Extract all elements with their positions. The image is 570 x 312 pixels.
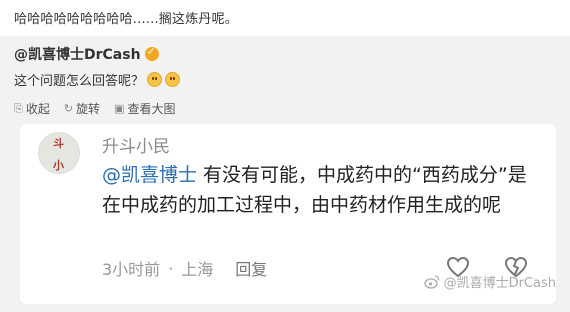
reply-text: @凯喜博士 有没有可能，中成药中的“西药成分”是在中成药的加工过程中，由中药材作… [102,160,532,220]
image-icon: ▣ [114,102,125,115]
thinking-emoji-icon [147,72,163,87]
view-large-image-button[interactable]: ▣ 查看大图 [114,100,175,117]
reply-button[interactable]: 回复 [235,256,267,280]
avatar[interactable]: 斗 小 [38,132,80,174]
reply-meta: 3小时前 · 上海 回复 [102,256,267,280]
post-actions: ⎘ 收起 ↻ 旋转 ▣ 查看大图 [14,100,189,117]
collapse-button[interactable]: ⎘ 收起 [14,100,50,117]
reply-author-name[interactable]: 升斗小民 [102,132,170,157]
reply-location: 上海 [181,260,214,279]
rotate-icon: ↻ [63,102,74,115]
reply-time: 3小时前 [102,260,161,279]
question-row: 这个问题怎么回答呢？ [14,70,181,89]
quoted-post-card: @凯喜博士DrCash 这个问题怎么回答呢？ ⎘ 收起 ↻ 旋转 ▣ 查看大图 … [0,36,570,312]
question-text: 这个问题怎么回答呢？ [14,74,145,89]
laughing-emoji-icon [165,72,181,87]
author-row[interactable]: @凯喜博士DrCash [14,44,159,64]
rotate-button[interactable]: ↻ 旋转 [64,100,100,117]
post-top-text: 哈哈哈哈哈哈哈哈哈......搁这炼丹呢。 [14,12,238,27]
author-name[interactable]: @凯喜博士DrCash [14,44,141,64]
weibo-logo-icon [423,274,439,289]
watermark: @凯喜博士DrCash [423,272,556,291]
reply-mention-link[interactable]: @凯喜博士 [102,164,197,186]
verified-badge-icon [144,45,159,61]
collapse-icon: ⎘ [14,101,23,115]
